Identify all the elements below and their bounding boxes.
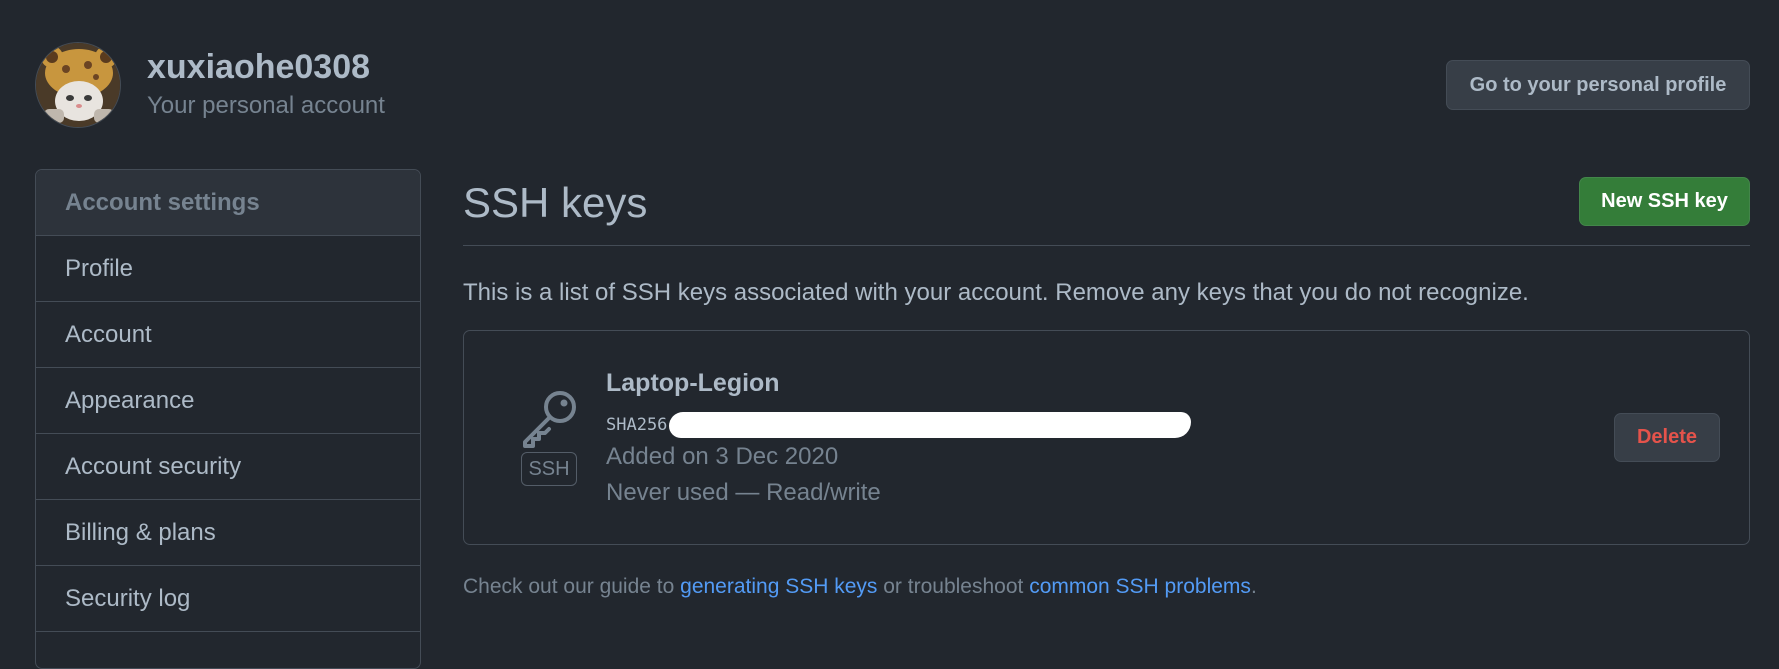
- sidebar-item-security-log[interactable]: Security log: [36, 566, 420, 632]
- key-usage-status: Never used — Read/write: [606, 479, 881, 506]
- ssh-key-list-item: SSH Laptop-Legion SHA256 Added on 3 Dec …: [463, 330, 1750, 545]
- delete-key-button[interactable]: Delete: [1614, 413, 1720, 462]
- avatar[interactable]: [35, 42, 121, 128]
- go-to-profile-button[interactable]: Go to your personal profile: [1446, 60, 1750, 110]
- settings-header: xuxiaohe0308 Your personal account Go to…: [35, 42, 1750, 130]
- common-ssh-problems-link[interactable]: common SSH problems: [1029, 575, 1251, 598]
- sidebar-item-billing[interactable]: Billing & plans: [36, 500, 420, 566]
- new-ssh-key-button[interactable]: New SSH key: [1579, 177, 1750, 226]
- settings-sidebar: Account settings Profile Account Appeara…: [35, 169, 421, 669]
- page-title: SSH keys: [463, 179, 648, 226]
- account-type-label: Your personal account: [147, 92, 385, 119]
- generating-ssh-keys-link[interactable]: generating SSH keys: [680, 575, 877, 598]
- sidebar-item-appearance[interactable]: Appearance: [36, 368, 420, 434]
- sidebar-item-profile[interactable]: Profile: [36, 236, 420, 302]
- help-note: Check out our guide to generating SSH ke…: [463, 575, 1257, 599]
- key-icon: [523, 391, 576, 448]
- title-divider: [463, 245, 1750, 246]
- username: xuxiaohe0308: [147, 48, 371, 86]
- fingerprint-redaction: [669, 412, 1192, 438]
- help-note-text-3: .: [1250, 575, 1257, 598]
- key-title: Laptop-Legion: [606, 369, 780, 397]
- help-note-text-1: Check out our guide to: [463, 575, 681, 598]
- ssh-badge: SSH: [521, 452, 577, 486]
- help-note-text-2: or troubleshoot: [877, 575, 1030, 598]
- key-added-date: Added on 3 Dec 2020: [606, 443, 839, 470]
- avatar-image: [36, 43, 120, 127]
- key-fingerprint: SHA256: [606, 411, 1192, 439]
- sidebar-item-account-security[interactable]: Account security: [36, 434, 420, 500]
- fingerprint-prefix: SHA256: [606, 415, 668, 435]
- sidebar-item-account[interactable]: Account: [36, 302, 420, 368]
- sidebar-heading: Account settings: [36, 170, 420, 236]
- intro-text: This is a list of SSH keys associated wi…: [463, 279, 1529, 306]
